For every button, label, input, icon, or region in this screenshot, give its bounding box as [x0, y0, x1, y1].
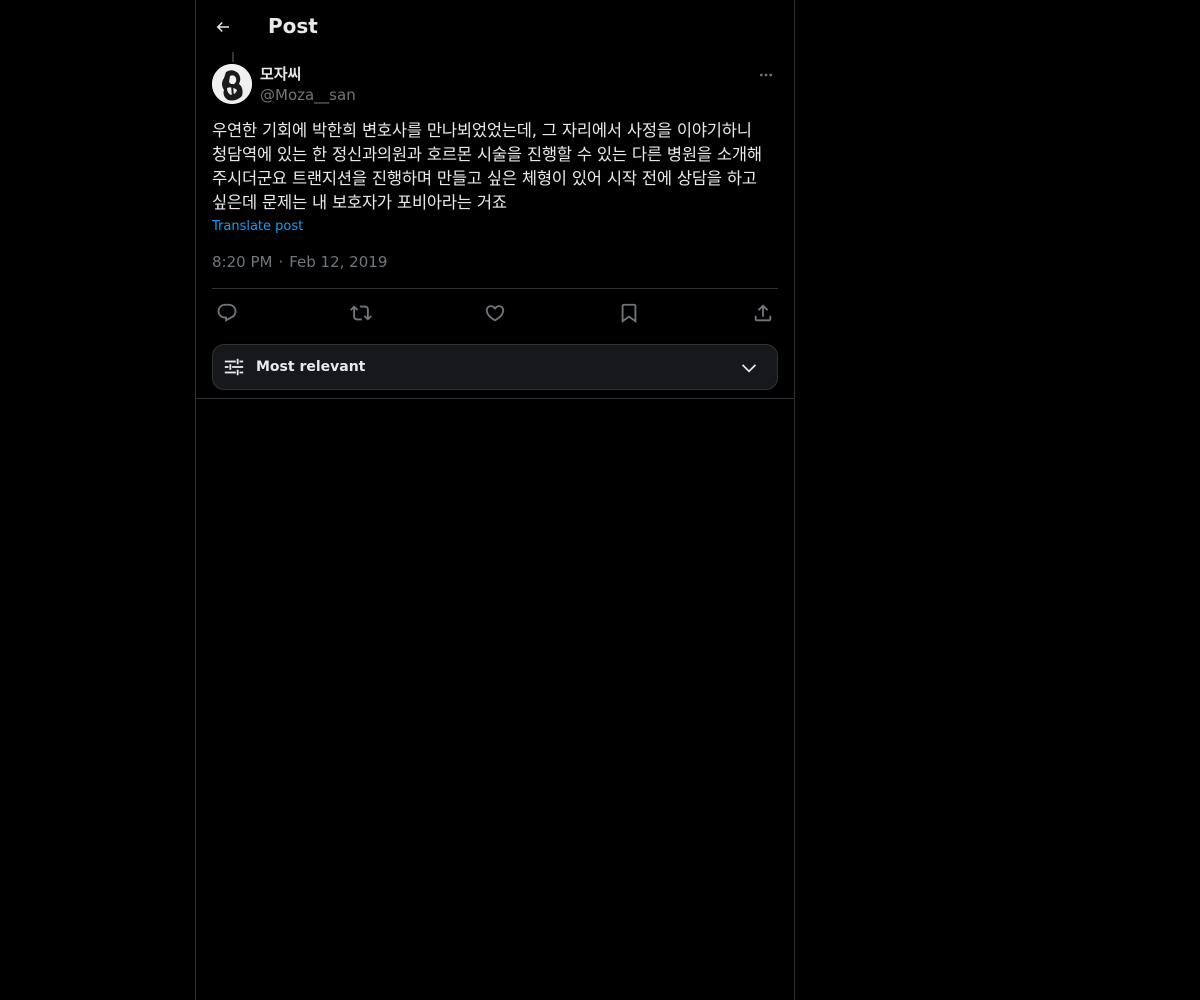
post-text-line: 우연한 기회에 박한희 변호사를 만나뵈었었는데, 그 자리에서 사정을 이야기… — [212, 121, 752, 140]
post-date[interactable]: Feb 12, 2019 — [289, 253, 387, 271]
meta-separator: · — [278, 253, 284, 271]
heart-icon — [485, 305, 505, 322]
sort-replies-dropdown[interactable]: Most relevant — [212, 344, 778, 390]
page-header: Post — [196, 0, 794, 53]
author-name[interactable]: 모자씨 — [260, 64, 356, 84]
post-meta: 8:20 PM · Feb 12, 2019 — [212, 252, 387, 272]
thread-line — [232, 52, 234, 62]
page-title: Post — [268, 14, 318, 38]
sort-label: Most relevant — [256, 359, 366, 375]
avatar[interactable] — [212, 64, 252, 104]
back-button[interactable] — [206, 10, 240, 44]
post-text-line: 싶은데 문제는 내 보호자가 포비아라는 거죠 — [212, 193, 507, 212]
share-icon — [754, 304, 772, 322]
main-column: Post 모자씨 @Moza__san 우연한 기회에 박한희 변호사를 만나뵈… — [195, 0, 795, 1000]
repost-icon — [350, 305, 372, 321]
avatar-image — [212, 64, 252, 104]
author-info: 모자씨 @Moza__san — [260, 64, 356, 106]
author-handle[interactable]: @Moza__san — [260, 84, 356, 106]
more-options-button[interactable] — [754, 64, 778, 86]
arrow-left-icon — [216, 21, 229, 33]
post-text-line: 청담역에 있는 한 정신과의원과 호르몬 시술을 진행할 수 있는 다른 병원을… — [212, 145, 762, 164]
action-bar — [212, 298, 778, 328]
bookmark-button[interactable] — [614, 300, 644, 326]
translate-post-link[interactable]: Translate post — [212, 218, 303, 236]
like-button[interactable] — [480, 300, 510, 326]
post-text-line: 주시더군요 트랜지션을 진행하며 만들고 싶은 체형이 있어 시작 전에 상담을… — [212, 169, 757, 188]
post-text: 우연한 기회에 박한희 변호사를 만나뵈었었는데, 그 자리에서 사정을 이야기… — [212, 119, 778, 215]
bookmark-icon — [621, 303, 637, 324]
sliders-icon — [224, 358, 244, 376]
divider — [196, 398, 794, 399]
reply-button[interactable] — [212, 300, 242, 326]
more-horizontal-icon — [760, 73, 772, 77]
share-button[interactable] — [748, 300, 778, 326]
reply-icon — [217, 303, 237, 322]
chevron-down-icon — [741, 364, 757, 373]
divider — [212, 288, 778, 289]
post-time[interactable]: 8:20 PM — [212, 253, 272, 271]
repost-button[interactable] — [346, 300, 376, 326]
